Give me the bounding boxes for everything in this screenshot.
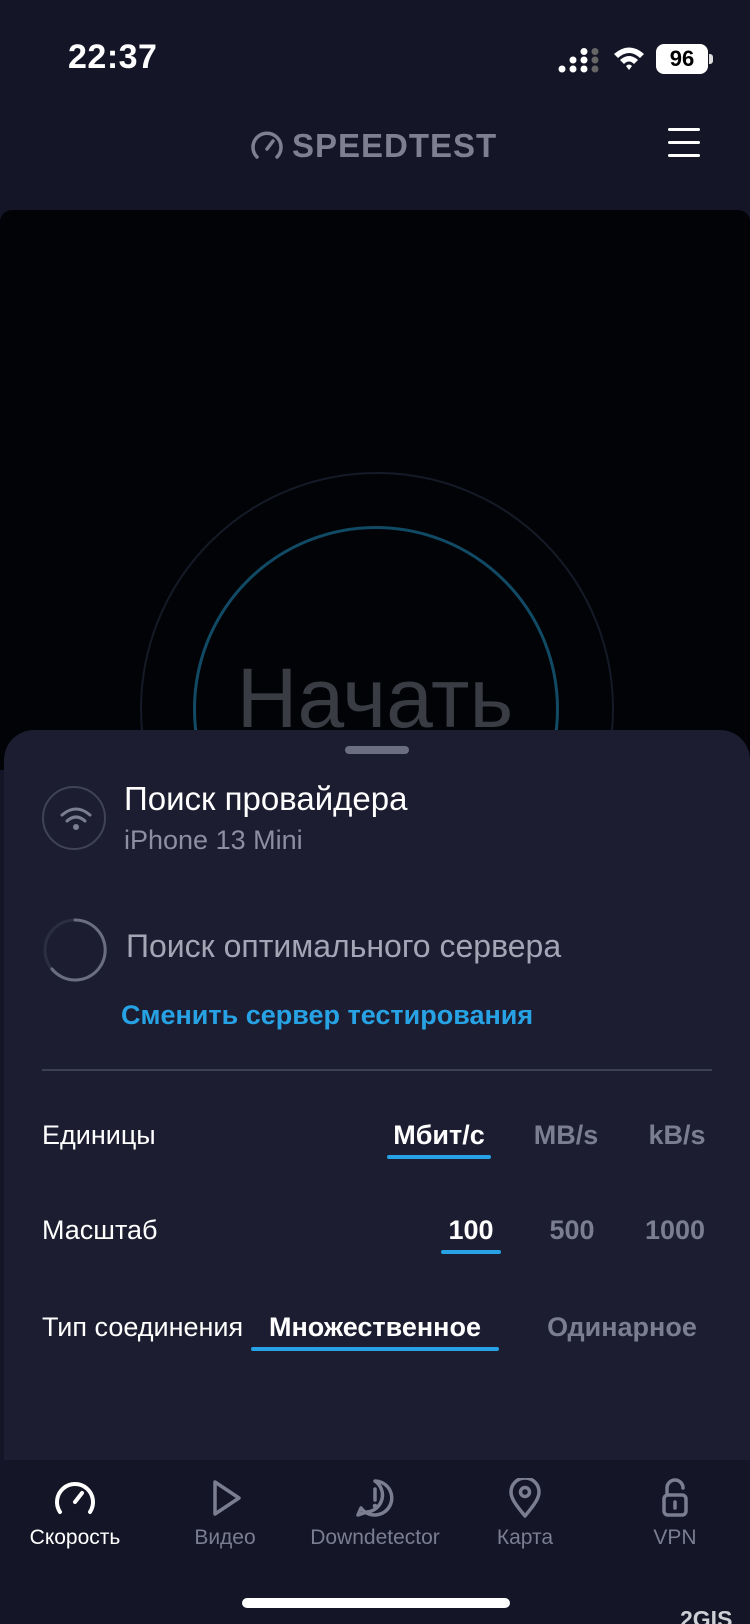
speedtest-logo: SPEEDTEST — [250, 124, 497, 168]
provider-title: Поиск провайдера — [124, 780, 408, 817]
connection-option-single[interactable]: Одинарное — [534, 1312, 710, 1343]
alert-icon — [356, 1479, 394, 1517]
watermark: 2GIS — [680, 1606, 733, 1624]
tab-downdetector[interactable]: Downdetector — [300, 1478, 450, 1550]
units-option-mbs[interactable]: MB/s — [530, 1120, 602, 1151]
wifi-status-icon — [614, 47, 644, 70]
divider — [42, 1069, 712, 1071]
tab-video[interactable]: Видео — [150, 1478, 300, 1550]
scale-label: Масштаб — [42, 1215, 158, 1245]
status-time: 22:37 — [68, 38, 158, 76]
cellular-signal-icon — [558, 48, 599, 73]
tab-map-label: Карта — [496, 1526, 554, 1549]
gauge-icon — [251, 131, 283, 159]
bottom-sheet: Поиск провайдера iPhone 13 Mini Поиск оп… — [4, 730, 750, 1460]
tab-video-label: Видео — [194, 1526, 256, 1549]
battery-level: 96 — [669, 46, 695, 71]
tab-vpn[interactable]: VPN — [600, 1478, 750, 1550]
tab-speed[interactable]: Скорость — [0, 1478, 150, 1550]
home-indicator[interactable] — [242, 1598, 510, 1608]
change-server-link[interactable]: Сменить сервер тестирования — [121, 1000, 533, 1031]
units-option-kbs[interactable]: kB/s — [644, 1120, 710, 1151]
tab-vpn-label: VPN — [653, 1526, 697, 1549]
loading-spinner-icon — [43, 918, 107, 982]
provider-status — [42, 786, 106, 850]
tab-downdetector-label: Downdetector — [310, 1526, 440, 1549]
unlock-icon — [662, 1478, 688, 1517]
speedometer-icon — [55, 1482, 95, 1514]
wifi-icon — [60, 807, 92, 830]
scale-option-500[interactable]: 500 — [542, 1215, 602, 1246]
menu-button[interactable] — [668, 128, 700, 162]
tab-map[interactable]: Карта — [450, 1478, 600, 1550]
scale-option-1000[interactable]: 1000 — [640, 1215, 710, 1246]
map-pin-icon — [509, 1478, 541, 1518]
units-label: Единицы — [42, 1120, 156, 1150]
speed-test-area: Начать — [0, 210, 750, 770]
logo-text: SPEEDTEST — [292, 127, 498, 164]
sheet-grabber[interactable] — [345, 746, 409, 754]
connection-type-label: Тип соединения — [42, 1312, 244, 1342]
status-bar: 22:37 96 — [0, 0, 750, 110]
hamburger-icon — [668, 128, 700, 131]
battery-indicator: 96 — [656, 44, 713, 74]
server-search-text: Поиск оптимального сервера — [126, 928, 562, 964]
tab-speed-label: Скорость — [29, 1526, 121, 1549]
units-option-mbit[interactable]: Мбит/с — [387, 1120, 491, 1159]
provider-device: iPhone 13 Mini — [124, 825, 303, 855]
scale-option-100[interactable]: 100 — [441, 1215, 501, 1254]
connection-option-multi[interactable]: Множественное — [251, 1312, 499, 1351]
play-icon — [213, 1480, 241, 1516]
